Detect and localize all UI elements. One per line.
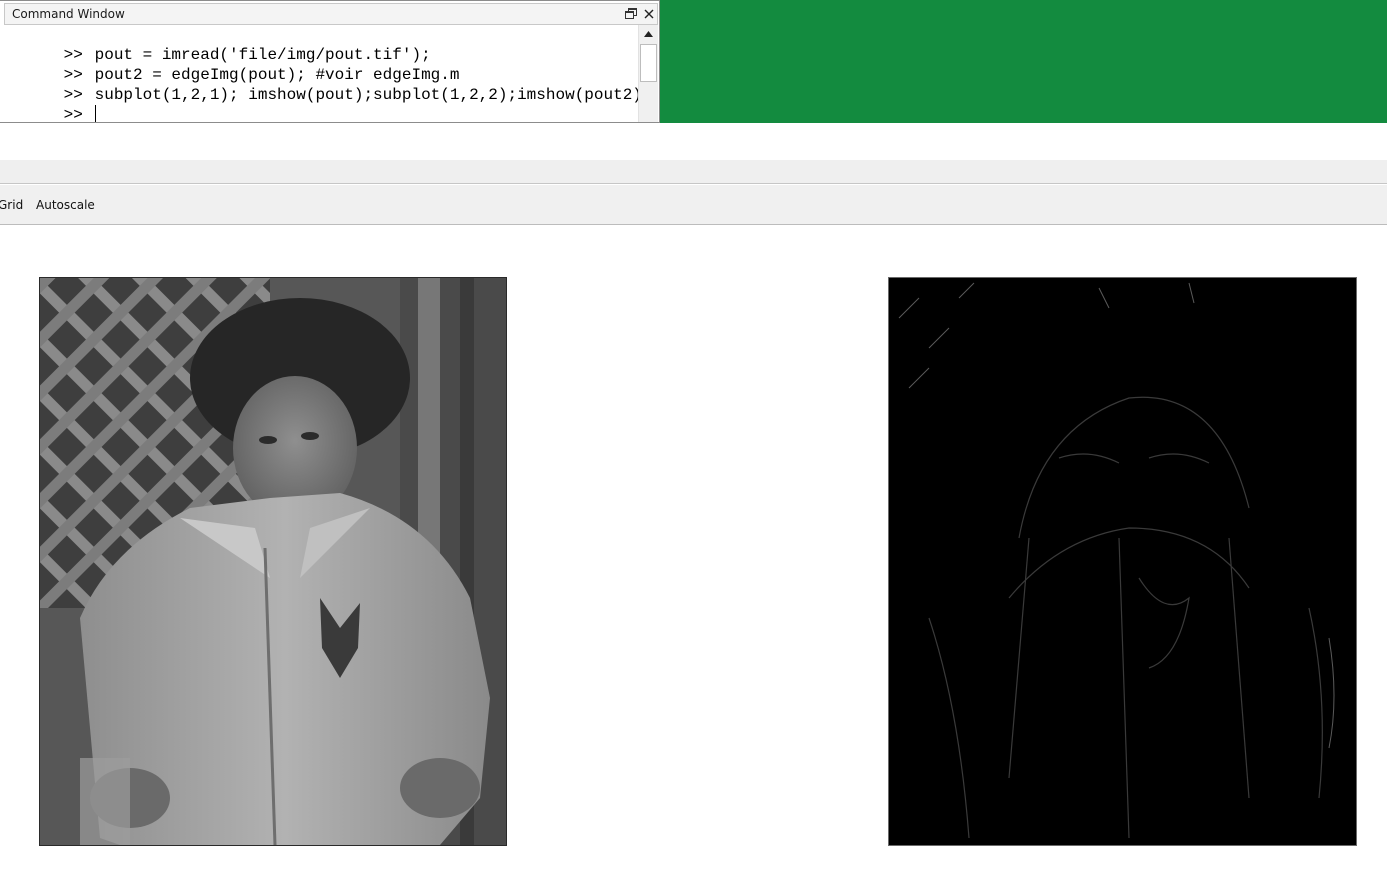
undock-icon[interactable] <box>624 7 638 21</box>
command-line: >> pout = imread('file/img/pout.tif'); <box>6 25 431 64</box>
command-window-title: Command Window <box>12 7 125 21</box>
command-window-body[interactable]: >> pout = imread('file/img/pout.tif'); >>… <box>6 25 652 124</box>
grid-button[interactable]: Grid <box>0 198 23 212</box>
original-photo-image <box>40 278 506 845</box>
figure-gap <box>0 123 1387 160</box>
figure-toolbar-strip <box>0 160 1387 184</box>
close-icon[interactable] <box>642 7 656 21</box>
desktop-green-area <box>660 0 1387 123</box>
subplot-original-image[interactable] <box>39 277 507 846</box>
edge-image <box>889 278 1356 845</box>
command-window-titlebar[interactable]: Command Window <box>4 3 658 25</box>
command-input-line[interactable]: >> <box>6 85 96 124</box>
autoscale-button[interactable]: Autoscale <box>36 198 95 212</box>
subplot-edge-image[interactable] <box>888 277 1357 846</box>
command-prompt: >> <box>63 106 83 124</box>
text-caret <box>94 105 96 122</box>
command-text: subplot(1,2,1); imshow(pout);subplot(1,2… <box>94 86 652 104</box>
command-window-scrollbar[interactable] <box>638 25 658 122</box>
figure-menubar: Grid Autoscale <box>0 185 1387 225</box>
scroll-up-arrow-icon[interactable] <box>639 25 658 43</box>
command-line: >> pout2 = edgeImg(pout); #voir edgeImg.m <box>6 45 460 84</box>
command-line: >> subplot(1,2,1); imshow(pout);subplot(1… <box>6 65 652 104</box>
command-window: Command Window >> pout = imread('file/img… <box>0 0 660 124</box>
scrollbar-thumb[interactable] <box>640 44 657 82</box>
